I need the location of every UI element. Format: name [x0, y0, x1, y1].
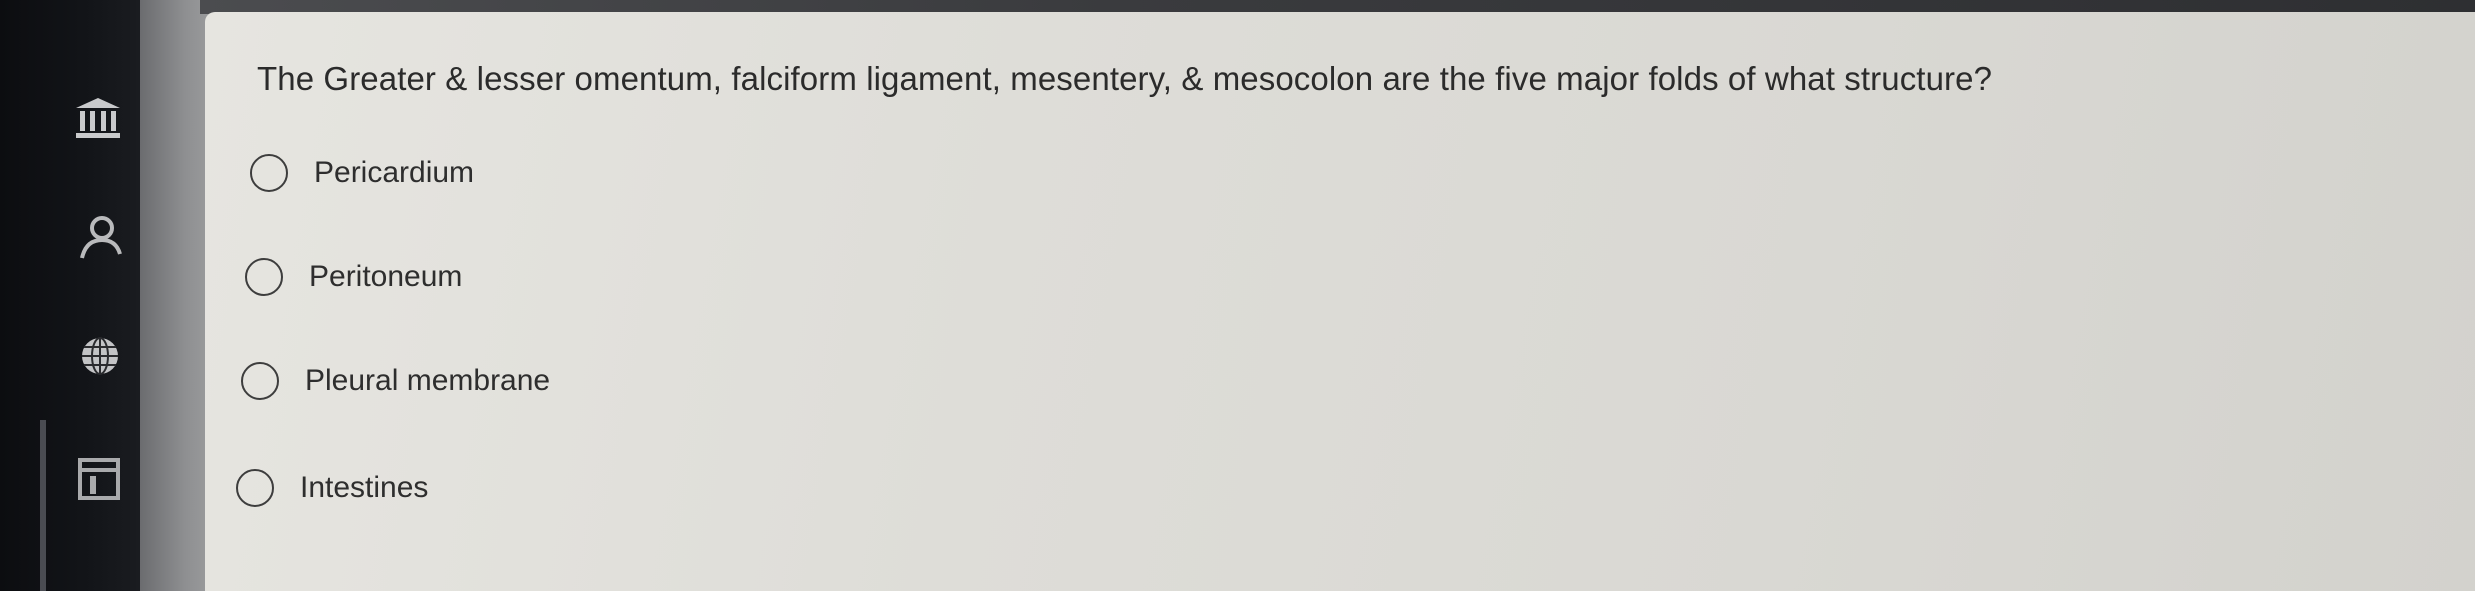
- option-label: Peritoneum: [309, 260, 463, 293]
- radio-button[interactable]: [245, 258, 283, 296]
- radio-button[interactable]: [236, 469, 274, 507]
- option-peritoneum[interactable]: Peritoneum: [245, 258, 462, 296]
- option-pleural-membrane[interactable]: Pleural membrane: [241, 362, 550, 400]
- screen: The Greater & lesser omentum, falciform …: [0, 0, 2475, 591]
- institution-icon-graphic: [76, 98, 120, 138]
- global-nav-rail: [0, 0, 140, 591]
- radio-button[interactable]: [250, 154, 288, 192]
- calendar-icon-graphic: [78, 458, 120, 500]
- nav-active-marker: [40, 420, 46, 591]
- option-label: Pericardium: [314, 156, 475, 189]
- radio-button[interactable]: [241, 362, 279, 400]
- globe-icon[interactable]: [72, 330, 124, 382]
- question-text: The Greater & lesser omentum, falciform …: [257, 60, 1993, 97]
- option-intestines[interactable]: Intestines: [236, 469, 428, 507]
- option-pericardium[interactable]: Pericardium: [250, 154, 474, 192]
- globe-icon-graphic: [82, 337, 118, 375]
- option-label: Pleural membrane: [305, 364, 551, 397]
- institution-icon[interactable]: [72, 92, 124, 144]
- option-label: Intestines: [300, 471, 429, 504]
- account-icon[interactable]: [72, 210, 124, 262]
- calendar-icon[interactable]: [72, 452, 124, 504]
- account-icon-graphic: [80, 216, 122, 259]
- question-card: The Greater & lesser omentum, falciform …: [205, 12, 2475, 591]
